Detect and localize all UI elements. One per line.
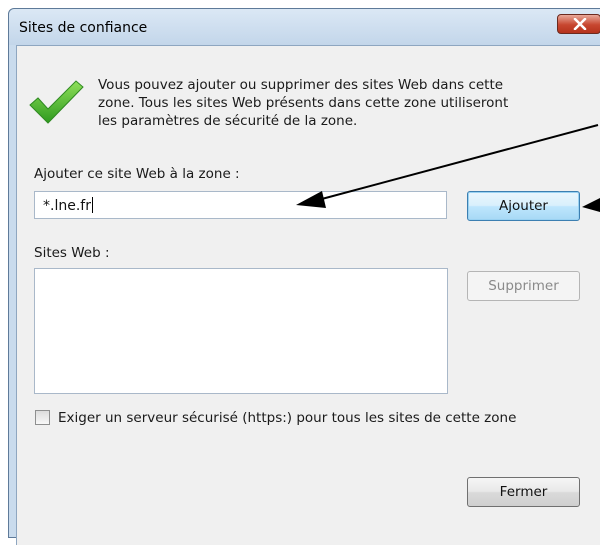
sites-list[interactable]	[34, 268, 448, 394]
add-site-input-value: *.lne.fr	[43, 198, 91, 214]
remove-button-label: Supprimer	[488, 278, 559, 294]
remove-button: Supprimer	[467, 271, 580, 301]
title-bar[interactable]: Sites de confiance	[9, 9, 600, 45]
https-checkbox-label: Exiger un serveur sécurisé (https:) pour…	[58, 410, 517, 426]
text-caret	[91, 197, 93, 213]
add-button[interactable]: Ajouter	[467, 191, 580, 221]
add-button-label: Ajouter	[499, 198, 548, 214]
close-button[interactable]: Fermer	[467, 477, 580, 507]
intro-line-1: Vous pouvez ajouter ou supprimer des sit…	[98, 77, 504, 93]
add-site-label: Ajouter ce site Web à la zone :	[34, 166, 240, 182]
https-checkbox[interactable]	[35, 410, 50, 425]
dialog-title: Sites de confiance	[19, 20, 148, 36]
sites-label: Sites Web :	[34, 245, 110, 261]
intro-text: Vous pouvez ajouter ou supprimer des sit…	[98, 76, 568, 130]
checkmark-icon	[29, 80, 84, 124]
close-button-label: Fermer	[499, 484, 548, 500]
add-site-input[interactable]: *.lne.fr	[34, 191, 447, 219]
close-icon	[573, 18, 587, 30]
intro-line-3: les paramètres de sécurité de la zone.	[98, 113, 358, 129]
intro-line-2: zone. Tous les sites Web présents dans c…	[98, 95, 509, 111]
close-window-button[interactable]	[557, 14, 600, 34]
